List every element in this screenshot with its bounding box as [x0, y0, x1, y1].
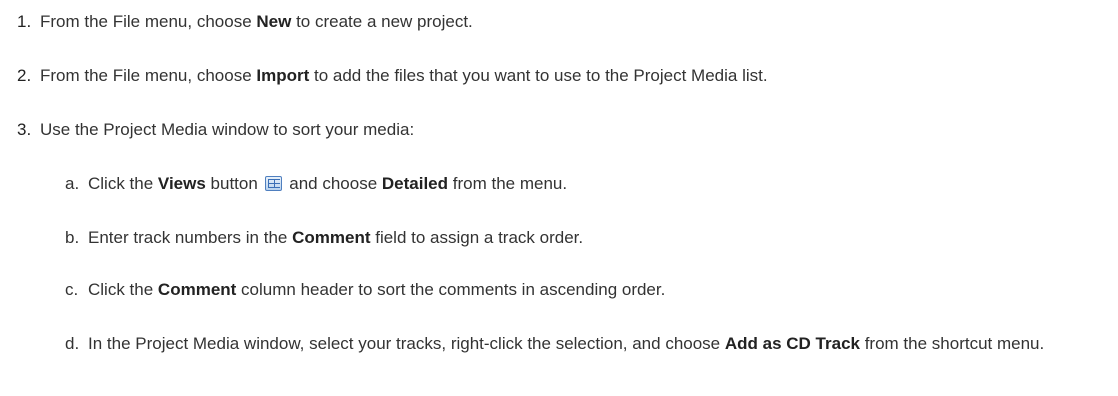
menu-command-import: Import [256, 66, 310, 85]
substep-letter: a. [65, 174, 80, 193]
comment-label: Comment [292, 228, 371, 247]
substep-text: Enter track numbers in the Comment field… [88, 226, 583, 250]
step-text-part: From the File menu, choose [40, 66, 257, 85]
substep-text: Click the Comment column header to sort … [88, 278, 665, 302]
step-number: 1. [17, 12, 32, 31]
instructions-document: 1. From the File menu, choose New to cre… [0, 0, 1118, 396]
detailed-label: Detailed [381, 174, 449, 193]
views-label: Views [157, 174, 206, 193]
step-text-part: to create a new project. [291, 12, 473, 31]
substep-text-part: Click the [88, 280, 158, 299]
substep-text: Click the Views button and choose Detail… [88, 172, 567, 196]
step-number: 2. [17, 66, 32, 85]
substep-text-part: field to assign a track order. [370, 228, 584, 247]
substep-letter: d. [65, 334, 80, 353]
substep-letter: b. [65, 228, 80, 247]
add-as-cd-track-label: Add as CD Track [724, 334, 860, 353]
comment-label: Comment [157, 280, 237, 299]
step-text-part: to add the files that you want to use to… [309, 66, 768, 85]
step-text: From the File menu, choose New to create… [40, 10, 473, 34]
substep-text: In the Project Media window, select your… [88, 332, 1098, 356]
step-text-part: From the File menu, choose [40, 12, 257, 31]
step-text: From the File menu, choose Import to add… [40, 64, 768, 88]
substep-text-part: from the menu. [448, 174, 568, 193]
menu-command-new: New [256, 12, 292, 31]
substep-text-part: and choose [284, 174, 382, 193]
substep-text-part: Enter track numbers in the [88, 228, 293, 247]
substep-text-part: button [205, 174, 263, 193]
substep-text-part: Click the [88, 174, 158, 193]
substep-text-part: In the Project Media window, select your… [88, 334, 725, 353]
substep-text-part: column header to sort the comments in as… [236, 280, 666, 299]
substep-text-part: from the shortcut menu. [859, 334, 1045, 353]
step-text: Use the Project Media window to sort you… [40, 120, 415, 139]
substep-letter: c. [65, 280, 79, 299]
views-icon [264, 176, 282, 191]
step-number: 3. [17, 120, 32, 139]
